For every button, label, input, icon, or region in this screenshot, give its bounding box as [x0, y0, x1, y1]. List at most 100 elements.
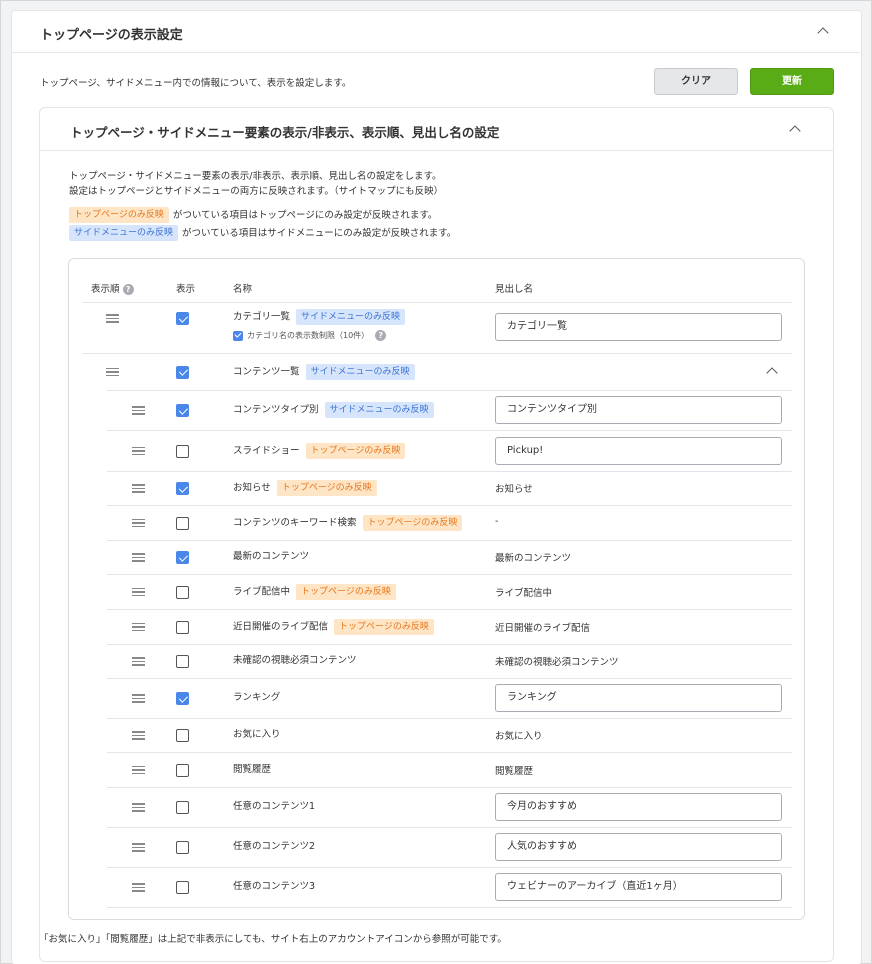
- row-divider: [107, 907, 792, 908]
- column-header-order: 表示順 ?: [91, 281, 134, 295]
- subpanel-header[interactable]: トップページ・サイドメニュー要素の表示/非表示、表示順、見出し名の設定: [40, 108, 833, 151]
- row-divider: [107, 827, 792, 828]
- heading-input[interactable]: 今月のおすすめ: [495, 793, 782, 821]
- drag-handle-icon[interactable]: [132, 446, 145, 455]
- drag-handle-icon[interactable]: [132, 484, 145, 493]
- category-limit-checkbox[interactable]: [233, 330, 243, 341]
- drag-handle-icon[interactable]: [132, 622, 145, 631]
- row-name-label: お知らせ: [233, 482, 271, 494]
- row-name: お気に入り: [233, 727, 281, 743]
- column-header-name: 名称: [233, 284, 253, 295]
- row-divider: [107, 718, 792, 719]
- chevron-up-icon[interactable]: [817, 27, 829, 39]
- row-name-label: 未確認の視聴必須コンテンツ: [233, 655, 357, 666]
- legend-note: がついている項目はトップページにのみ設定が反映されます。: [172, 209, 438, 221]
- row-divider: [107, 644, 792, 645]
- heading-input[interactable]: 人気のおすすめ: [495, 833, 782, 861]
- row-name: コンテンツのキーワード検索 トップページのみ反映: [233, 514, 463, 532]
- row-divider: [107, 430, 792, 431]
- drag-handle-icon[interactable]: [106, 367, 119, 376]
- help-circle-icon[interactable]: ?: [122, 284, 134, 295]
- row-name-label: カテゴリ一覧: [233, 311, 291, 323]
- drag-handle-icon[interactable]: [132, 406, 145, 415]
- category-limit-option[interactable]: カテゴリ名の表示数制限（10件）?: [233, 330, 387, 341]
- show-checkbox[interactable]: [176, 551, 189, 564]
- column-header-heading: 見出し名: [495, 284, 534, 295]
- row-name-label: 任意のコンテンツ3: [233, 881, 316, 892]
- drag-handle-icon[interactable]: [132, 883, 145, 892]
- show-checkbox[interactable]: [176, 729, 189, 742]
- row-name-label: スライドショー: [233, 445, 300, 456]
- row-name-label: 任意のコンテンツ1: [233, 801, 316, 812]
- show-checkbox[interactable]: [176, 585, 189, 599]
- show-checkbox[interactable]: [176, 404, 189, 417]
- top-only-badge: トップページのみ反映: [296, 583, 396, 600]
- row-name: ランキング: [233, 690, 280, 706]
- top-only-badge: トップページのみ反映: [334, 618, 434, 635]
- clear-button[interactable]: クリア: [654, 68, 738, 95]
- heading-text: 最新のコンテンツ: [495, 553, 572, 564]
- drag-handle-icon[interactable]: [106, 314, 119, 323]
- legend-note: がついている項目はサイドメニューにのみ設定が反映されます。: [182, 227, 457, 239]
- side-only-badge: サイドメニューのみ反映: [324, 402, 434, 418]
- top-only-badge: トップページのみ反映: [362, 514, 463, 531]
- show-checkbox[interactable]: [176, 312, 189, 325]
- heading-text: 未確認の視聴必須コンテンツ: [495, 657, 619, 668]
- row-name: 未確認の視聴必須コンテンツ: [233, 653, 357, 669]
- top-only-badge: トップページのみ反映: [305, 442, 406, 459]
- show-checkbox[interactable]: [176, 365, 189, 379]
- update-button[interactable]: 更新: [750, 68, 834, 95]
- drag-handle-icon[interactable]: [132, 765, 145, 774]
- heading-input[interactable]: Pickup!: [495, 436, 782, 465]
- subpanel-description: トップページ・サイドメニュー要素の表示/非表示、表示順、見出し名の設定をします。: [69, 171, 442, 182]
- chevron-up-icon[interactable]: [766, 366, 778, 379]
- footnote: 「お気に入り」「閲覧履歴」は上記で非表示にしても、サイト右上のアカウントアイコン…: [39, 934, 507, 945]
- heading-input[interactable]: カテゴリ一覧: [495, 313, 782, 341]
- show-checkbox[interactable]: [176, 763, 189, 777]
- show-checkbox[interactable]: [176, 881, 189, 894]
- row-divider: [107, 678, 792, 679]
- drag-handle-icon[interactable]: [132, 843, 145, 852]
- row-name-label: 近日開催のライブ配信: [233, 621, 329, 632]
- drag-handle-icon[interactable]: [132, 803, 145, 812]
- chevron-up-icon[interactable]: [789, 125, 801, 137]
- row-name-label: ライブ配信中: [233, 586, 291, 597]
- drag-handle-icon[interactable]: [132, 518, 145, 527]
- drag-handle-icon[interactable]: [132, 731, 145, 740]
- show-checkbox[interactable]: [176, 655, 189, 668]
- top-page-settings-panel: トップページの表示設定 トップページ、サイドメニュー内での情報について、表示を設…: [11, 10, 862, 964]
- row-divider: [107, 471, 792, 472]
- show-checkbox[interactable]: [176, 516, 189, 530]
- top-only-badge: トップページのみ反映: [69, 207, 169, 223]
- drag-handle-icon[interactable]: [132, 587, 145, 596]
- page-frame: トップページの表示設定 トップページ、サイドメニュー内での情報について、表示を設…: [0, 0, 872, 964]
- row-divider: [107, 540, 792, 541]
- drag-handle-icon[interactable]: [132, 657, 145, 666]
- panel-description: トップページ、サイドメニュー内での情報について、表示を設定します。: [40, 78, 352, 89]
- category-limit-label: カテゴリ名の表示数制限（10件）: [247, 331, 370, 340]
- drag-handle-icon[interactable]: [132, 694, 145, 703]
- heading-input[interactable]: コンテンツタイプ別: [495, 396, 782, 424]
- drag-handle-icon[interactable]: [132, 553, 145, 562]
- row-name: 最新のコンテンツ: [233, 549, 309, 565]
- row-divider: [82, 353, 792, 354]
- show-checkbox[interactable]: [176, 482, 189, 495]
- help-circle-icon[interactable]: ?: [375, 330, 387, 341]
- heading-text: 閲覧履歴: [495, 765, 534, 777]
- heading-input[interactable]: ウェビナーのアーカイブ（直近1ヶ月）: [495, 873, 782, 901]
- column-header-label: 表示順: [91, 284, 120, 295]
- header-divider: [82, 302, 792, 303]
- show-checkbox[interactable]: [176, 444, 189, 458]
- row-divider: [107, 574, 792, 575]
- row-divider: [107, 390, 792, 391]
- panel-header[interactable]: トップページの表示設定: [12, 11, 861, 53]
- settings-table: 表示順 ? 表示 名称 見出し名 カテゴリ一覧 サイドメニューのみ反映 カテゴリ名の…: [68, 258, 805, 920]
- heading-input[interactable]: ランキング: [495, 684, 782, 712]
- heading-text: -: [495, 515, 499, 527]
- show-checkbox[interactable]: [176, 801, 189, 814]
- heading-text: お気に入り: [495, 731, 543, 742]
- show-checkbox[interactable]: [176, 692, 189, 705]
- show-checkbox[interactable]: [176, 841, 189, 854]
- row-name: お知らせ トップページのみ反映: [233, 480, 377, 497]
- show-checkbox[interactable]: [176, 620, 189, 634]
